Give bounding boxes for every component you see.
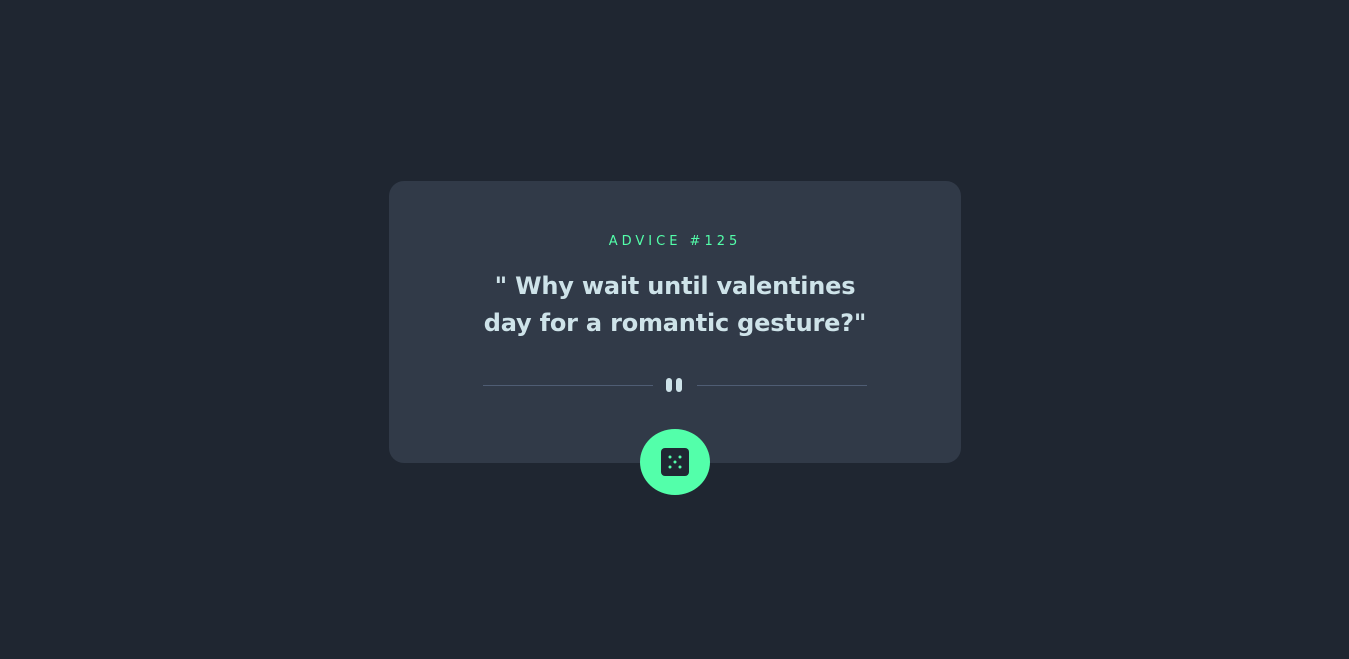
advice-id-label: ADVICE #125 [608,234,742,249]
advice-card: ADVICE #125 " Why wait until valentines … [389,181,961,463]
divider-line-right [697,385,867,386]
dice-icon [661,448,689,476]
advice-quote: " Why wait until valentines day for a ro… [483,272,867,337]
divider [483,377,867,393]
new-advice-button[interactable] [640,429,710,495]
pause-icon [666,378,684,392]
divider-line-left [483,385,653,386]
